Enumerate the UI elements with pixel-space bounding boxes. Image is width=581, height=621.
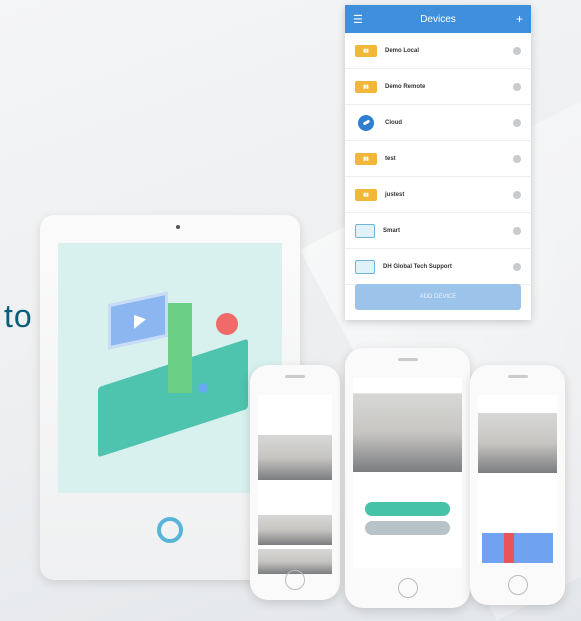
tablet-camera-dot xyxy=(176,225,180,229)
sphere-decoration xyxy=(198,383,208,393)
video-play-icon xyxy=(108,291,168,350)
device-list-item[interactable]: ▮▮ Demo Local xyxy=(345,33,531,69)
camera-tag-icon: ▮▮ xyxy=(355,80,377,93)
gear-icon[interactable] xyxy=(513,190,521,199)
gear-icon[interactable] xyxy=(513,154,521,163)
device-list-item[interactable]: DH Global Tech Support xyxy=(345,249,531,285)
devices-title: Devices xyxy=(420,13,456,25)
device-list-item[interactable]: Cloud xyxy=(345,105,531,141)
gear-icon[interactable] xyxy=(513,262,521,271)
camera-tag-icon: ▮▮ xyxy=(355,44,377,57)
camera-thumbnail xyxy=(258,435,332,480)
live-camera-view xyxy=(478,413,557,473)
phone-center-screen xyxy=(353,378,462,568)
devices-header: ☰ Devices + xyxy=(345,5,531,33)
home-button-icon xyxy=(397,578,418,598)
camera-tag-icon: ▮▮ xyxy=(355,152,377,165)
menu-icon[interactable]: ☰ xyxy=(353,13,367,26)
live-camera-view xyxy=(353,394,462,472)
device-list-item[interactable]: ▮▮ Demo Remote xyxy=(345,69,531,105)
building-illustration xyxy=(168,303,192,393)
device-list-item[interactable]: ▮▮ justest xyxy=(345,177,531,213)
phone-speaker xyxy=(397,358,418,361)
device-list-item[interactable]: Smart xyxy=(345,213,531,249)
camera-icon xyxy=(355,223,375,238)
device-name: Cloud xyxy=(385,119,402,126)
timeline-chart xyxy=(482,533,553,563)
phone-speaker xyxy=(285,375,305,378)
home-button-icon xyxy=(507,575,528,595)
headline-text: to xyxy=(4,298,33,334)
home-button-icon xyxy=(285,570,305,590)
camera-tag-icon: ▮▮ xyxy=(355,188,377,201)
device-name: Smart xyxy=(383,227,401,234)
location-pin-icon xyxy=(216,313,238,335)
phone-left-screen xyxy=(258,395,332,574)
gear-icon[interactable] xyxy=(513,46,521,55)
gear-icon[interactable] xyxy=(513,118,521,127)
camera-icon xyxy=(355,259,375,274)
device-list: ▮▮ Demo Local ▮▮ Demo Remote Cloud ▮▮ te… xyxy=(345,33,531,285)
primary-action-button[interactable] xyxy=(365,502,450,516)
add-device-button[interactable]: ADD DEVICE xyxy=(355,284,521,310)
device-name: DH Global Tech Support xyxy=(383,263,452,270)
phone-center xyxy=(345,348,470,608)
secondary-action-button[interactable] xyxy=(365,521,450,535)
phone-right-screen xyxy=(478,395,557,565)
gear-icon[interactable] xyxy=(513,82,521,91)
phone-left xyxy=(250,365,340,600)
gear-icon[interactable] xyxy=(513,226,521,235)
device-name: test xyxy=(385,155,396,162)
device-name: Demo Local xyxy=(385,47,420,54)
camera-thumbnail xyxy=(258,515,332,545)
device-name: Demo Remote xyxy=(385,83,426,90)
phone-speaker xyxy=(507,375,528,378)
tablet-screen-illustration xyxy=(58,243,282,493)
live-view-header xyxy=(353,378,462,394)
plus-icon[interactable]: + xyxy=(509,12,523,26)
app-logo-icon xyxy=(157,517,183,543)
phone-right xyxy=(470,365,565,605)
device-list-item[interactable]: ▮▮ test xyxy=(345,141,531,177)
devices-screen: ☰ Devices + ▮▮ Demo Local ▮▮ Demo Remote… xyxy=(345,5,531,320)
device-name: justest xyxy=(385,191,405,198)
cloud-icon xyxy=(358,114,374,131)
